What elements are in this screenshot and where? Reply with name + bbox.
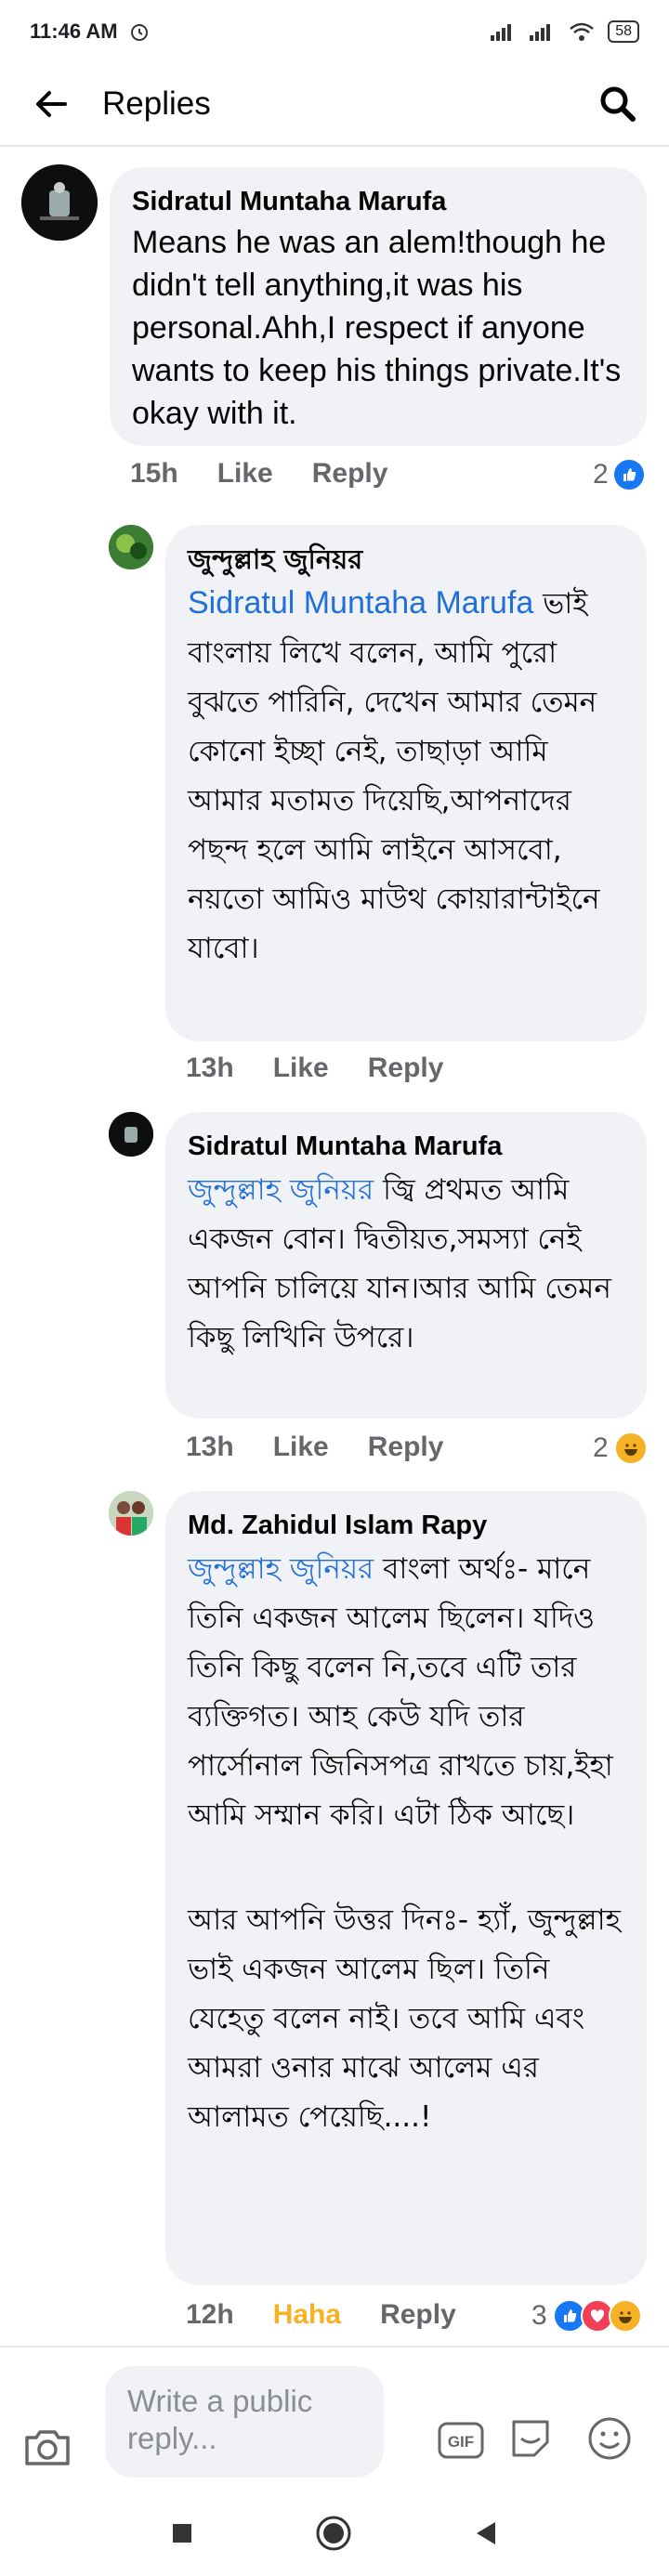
comment-bubble[interactable]: Md. Zahidul Islam Rapy জুন্দুল্লাহ জুনিয… — [165, 1491, 647, 2285]
comment-actions: 13h Like Reply — [186, 1432, 482, 1463]
reaction-count: 2 — [593, 1432, 609, 1463]
reaction-summary[interactable]: 2 — [593, 1432, 648, 1465]
comment-time: 15h — [130, 458, 178, 489]
search-icon — [600, 86, 636, 122]
home-icon[interactable] — [315, 2515, 352, 2552]
reaction-count: 3 — [531, 2300, 547, 2331]
battery-indicator: 58 — [608, 20, 639, 43]
signal-icon-2 — [530, 24, 551, 41]
like-reaction-icon — [611, 458, 646, 491]
reply-button[interactable]: Reply — [368, 1053, 444, 1084]
sticker-icon — [512, 2420, 549, 2457]
comment-text: জুন্দুল্লাহ জুনিয়র বাংলা অর্থঃ- মানে তি… — [188, 1552, 613, 1832]
mention-link[interactable]: জুন্দুল্লাহ জুনিয়র — [188, 1173, 374, 1207]
reaction-summary[interactable]: 3 — [531, 2299, 642, 2333]
svg-text:GIF: GIF — [448, 2433, 474, 2451]
reply-button[interactable]: Reply — [380, 2299, 456, 2331]
comment-time: 12h — [186, 2299, 234, 2330]
signal-icon — [491, 24, 512, 41]
sticker-button[interactable] — [506, 2414, 555, 2463]
back-button[interactable] — [0, 62, 102, 146]
status-time: 11:46 AM — [30, 20, 118, 43]
stop-icon[interactable] — [170, 2521, 194, 2545]
back-arrow-icon — [36, 91, 67, 117]
app-bar: Replies — [0, 63, 669, 147]
search-button[interactable] — [567, 62, 669, 146]
avatar-image — [109, 1112, 153, 1157]
comment-text: Means he was an alem!though he didn't te… — [132, 225, 622, 431]
haha-button[interactable]: Haha — [273, 2299, 341, 2331]
back-icon[interactable] — [473, 2519, 499, 2547]
comment-text: Sidratul Muntaha Marufa ভাই বাংলায় লিখে… — [188, 585, 600, 965]
reply-composer: Write a public reply... GIF — [0, 2346, 669, 2490]
comment-text-paragraph: আর আপনি উত্তর দিনঃ- হ্যাঁ, জুন্দুল্লাহ ভ… — [188, 1903, 621, 2134]
system-nav-bar — [0, 2490, 669, 2576]
avatar[interactable] — [109, 1112, 153, 1157]
like-button[interactable]: Like — [217, 458, 273, 490]
wifi-icon — [570, 22, 595, 41]
gif-button[interactable]: GIF — [437, 2420, 485, 2461]
avatar[interactable] — [109, 525, 153, 569]
mention-link[interactable]: Sidratul Muntaha Marufa — [188, 585, 533, 621]
reaction-summary[interactable]: 2 — [593, 458, 646, 491]
comment-actions: 12h Haha Reply — [186, 2299, 495, 2331]
reply-button[interactable]: Reply — [312, 458, 388, 490]
reaction-count: 2 — [593, 459, 609, 490]
comment-time: 13h — [186, 1432, 234, 1462]
emoji-button[interactable] — [585, 2414, 634, 2463]
comment-bubble[interactable]: জুন্দুল্লাহ জুনিয়র Sidratul Muntaha Mar… — [165, 525, 647, 1041]
comment-author[interactable]: Sidratul Muntaha Marufa — [188, 1129, 624, 1164]
gif-icon: GIF — [438, 2422, 484, 2459]
status-bar: 11:46 AM 58 — [0, 0, 669, 63]
avatar[interactable] — [109, 1491, 153, 1536]
emoji-icon — [588, 2417, 631, 2460]
mention-link[interactable]: জুন্দুল্লাহ জুনিয়র — [188, 1552, 374, 1586]
like-button[interactable]: Like — [273, 1432, 329, 1463]
camera-icon — [25, 2430, 70, 2465]
page-title: Replies — [102, 85, 211, 122]
avatar-image — [109, 1491, 153, 1536]
camera-button[interactable] — [23, 2426, 79, 2473]
avatar[interactable] — [21, 164, 98, 241]
comment-author[interactable]: Md. Zahidul Islam Rapy — [188, 1508, 624, 1543]
comment-actions: 13h Like Reply — [186, 1053, 482, 1084]
like-button[interactable]: Like — [273, 1053, 329, 1084]
avatar-image — [109, 525, 153, 569]
avatar-image — [21, 164, 98, 241]
comment-time: 13h — [186, 1053, 234, 1083]
comment-bubble[interactable]: Sidratul Muntaha Marufa Means he was an … — [110, 167, 647, 446]
alarm-icon — [130, 24, 148, 41]
comment-bubble[interactable]: Sidratul Muntaha Marufa জুন্দুল্লাহ জুনি… — [165, 1112, 647, 1419]
reply-input[interactable]: Write a public reply... — [105, 2366, 384, 2478]
haha-reaction-icon — [608, 2299, 642, 2333]
comment-actions: 15h Like Reply — [130, 458, 426, 490]
reply-button[interactable]: Reply — [368, 1432, 444, 1463]
comment-text: জুন্দুল্লাহ জুনিয়র জ্বি প্রথমত আমি একজন… — [188, 1173, 611, 1354]
haha-reaction-icon — [613, 1432, 648, 1465]
comment-author[interactable]: জুন্দুল্লাহ জুনিয়র — [188, 542, 624, 577]
comment-author[interactable]: Sidratul Muntaha Marufa — [132, 184, 624, 219]
